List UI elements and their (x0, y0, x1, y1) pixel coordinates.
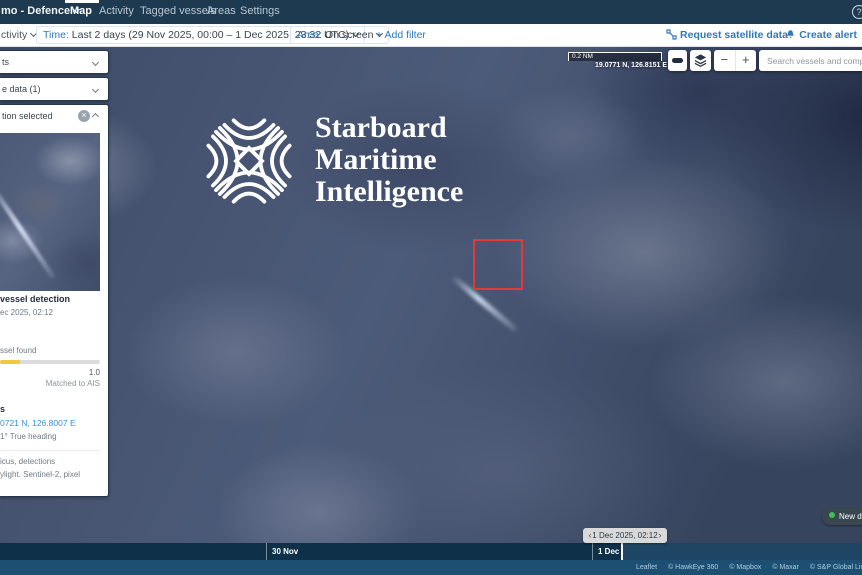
divider (0, 450, 100, 451)
zoom-out-button[interactable]: − (714, 50, 735, 71)
timeline-tick-label: 1 Dec (598, 547, 619, 556)
help-icon[interactable]: ? (852, 5, 862, 19)
bell-icon (785, 29, 796, 40)
confidence-value: 1.0 (0, 368, 100, 377)
satellite-icon (666, 29, 677, 40)
confidence-label: ssel found (0, 346, 36, 355)
detection-selection-box[interactable] (473, 239, 523, 290)
chevron-up-icon (92, 113, 99, 120)
panel-satellite-data-label: e data (1) (2, 84, 41, 94)
confidence-progress-fill (0, 360, 20, 364)
cursor-coordinates: 19.0771 N, 126.8151 E (548, 62, 667, 69)
confidence-progress-bar (0, 360, 100, 364)
starboard-logo-text: Starboard Maritime Intelligence (315, 112, 463, 212)
sidebar-panel-alerts[interactable]: ts (0, 50, 109, 74)
add-filter-button[interactable]: + Add filter (376, 29, 426, 41)
timeline-playhead[interactable] (621, 543, 623, 560)
area-filter-label: Area: (297, 29, 322, 41)
green-status-dot-icon (829, 512, 835, 518)
panel-alerts-label: ts (2, 57, 9, 67)
chevron-down-icon (92, 86, 99, 93)
timeline-current-time-chip: ‹ 1 Dec 2025, 02:12 › (583, 528, 667, 543)
request-satellite-data-button[interactable]: Request satellite data (666, 29, 788, 41)
activity-filter-dropdown[interactable]: ctivity (1, 29, 36, 41)
active-tab-indicator (65, 0, 99, 3)
tab-settings[interactable]: Settings (240, 5, 280, 17)
detection-coordinates-link[interactable]: 0721 N, 126.8007 E (0, 418, 76, 428)
top-navigation-bar: mo - Defence Map Activity Tagged vessels… (0, 0, 862, 24)
create-alert-button[interactable]: Create alert (785, 29, 857, 41)
attribution-link[interactable]: © Maxar (772, 564, 799, 571)
timeline-tick (266, 543, 267, 560)
zoom-in-button[interactable]: + (735, 50, 757, 71)
basemap-toggle-button[interactable] (668, 50, 687, 71)
timeline-after-range (623, 543, 862, 560)
attribution-link[interactable]: Leaflet (636, 564, 657, 571)
detection-timestamp: ec 2025, 02:12 (0, 308, 53, 317)
confidence-note: Matched to AIS (0, 379, 100, 388)
details-heading: s (0, 404, 5, 414)
map-canvas[interactable]: Starboard Maritime Intelligence (0, 47, 862, 560)
layers-icon (693, 53, 708, 68)
layers-button[interactable] (690, 50, 711, 71)
tab-areas[interactable]: Areas (207, 5, 236, 17)
starboard-logo: Starboard Maritime Intelligence (203, 110, 463, 212)
timeline-bar[interactable]: 30 Nov 1 Dec (0, 543, 862, 560)
timeline-next-button[interactable]: › (655, 528, 665, 543)
map-scale-bar: 0.2 NM (568, 52, 662, 61)
filter-toolbar: ctivity Time: Last 2 days (29 Nov 2025, … (0, 24, 862, 47)
zoom-control: − + (714, 50, 756, 71)
basemap-swatch-icon (672, 58, 683, 63)
detection-thumbnail[interactable] (0, 133, 100, 291)
detection-header-label: tion selected (2, 111, 53, 121)
tab-map[interactable]: Map (70, 5, 92, 17)
true-heading-value: 1° True heading (0, 432, 57, 441)
app-window: Starboard Maritime Intelligence 0.2 NM 1… (0, 0, 862, 575)
thumbnail-wake-streak (0, 185, 56, 279)
detection-source-line2: ylight. Sentinel-2, pixel (0, 470, 80, 479)
area-filter-chip[interactable]: Area: On screen (290, 26, 389, 44)
attribution-link[interactable]: © S&P Global Limited (810, 564, 862, 571)
close-icon[interactable]: × (78, 110, 90, 122)
starboard-logo-mark-icon (203, 110, 295, 212)
detection-source-line1: icus, detections (0, 457, 55, 466)
tab-tagged-vessels[interactable]: Tagged vessels (140, 5, 216, 17)
time-filter-label: Time: (43, 29, 69, 41)
timeline-tick-label: 30 Nov (272, 547, 298, 556)
sidebar-panel-detection: tion selected × vessel detection ec 2025… (0, 104, 109, 497)
timeline-prev-button[interactable]: ‹ (585, 528, 595, 543)
new-detections-button[interactable]: New d (822, 508, 862, 525)
tab-activity[interactable]: Activity (99, 5, 134, 17)
attribution-bar: Leaflet © HawkEye 360 © Mapbox © Maxar © S&P… (0, 560, 862, 575)
attribution-link[interactable]: © Mapbox (729, 564, 761, 571)
sidebar-panel-satellite-data[interactable]: e data (1) (0, 77, 109, 101)
detection-panel-header[interactable]: tion selected × (0, 105, 108, 127)
timeline-current-time: 1 Dec 2025, 02:12 (592, 531, 657, 540)
timeline-tick (592, 543, 593, 560)
workspace-selector[interactable]: mo - Defence (1, 5, 79, 17)
search-input[interactable] (759, 50, 862, 71)
chevron-down-icon (92, 59, 99, 66)
detection-title: vessel detection (0, 294, 70, 304)
attribution-link[interactable]: © HawkEye 360 (668, 564, 718, 571)
